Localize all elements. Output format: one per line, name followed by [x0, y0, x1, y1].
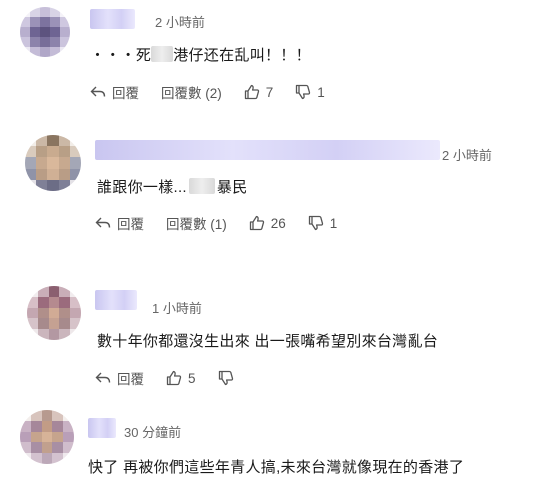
comment-text-part: 誰跟你一樣... [97, 179, 187, 196]
dislike-button[interactable]: 1 [308, 215, 338, 231]
replies-count: 回覆數 (1) [166, 217, 227, 232]
replies-count: 回覆數 (2) [161, 86, 222, 101]
like-count: 5 [188, 370, 196, 386]
avatar[interactable] [20, 410, 74, 464]
like-button[interactable]: 7 [244, 84, 274, 100]
comment-actions: 回覆 回覆數 (1) 26 1 [95, 213, 359, 233]
comment-text: 誰跟你一樣... 暴民 [97, 176, 248, 197]
reply-label: 回覆 [117, 372, 144, 387]
comment-text-part: 暴民 [216, 179, 248, 196]
comment-actions: 回覆 回覆數 (2) 7 1 [90, 82, 347, 102]
thumbs-down-icon [218, 370, 233, 386]
reply-arrow-icon [95, 217, 111, 228]
like-count: 26 [270, 215, 286, 231]
thumbs-up-icon [249, 215, 264, 231]
reply-button[interactable]: 回覆 [95, 213, 144, 233]
timestamp: 2 小時前 [155, 15, 205, 30]
comment-text-part: ・・・死 [90, 47, 152, 64]
username[interactable] [90, 9, 135, 29]
comment-actions: 回覆 5 [95, 368, 262, 388]
dislike-count: 1 [317, 84, 325, 100]
view-replies-button[interactable]: 回覆數 (1) [166, 213, 227, 233]
reply-button[interactable]: 回覆 [90, 82, 139, 102]
timestamp: 2 小時前 [442, 148, 492, 163]
dislike-button[interactable] [218, 370, 240, 386]
comment-text: 數十年你都還沒生出來 出一張嘴希望別來台灣亂台 [97, 333, 439, 350]
dislike-count: 1 [329, 215, 338, 231]
timestamp: 30 分鐘前 [124, 425, 182, 440]
dislike-button[interactable]: 1 [295, 84, 325, 100]
reply-arrow-icon [90, 86, 106, 97]
username[interactable] [95, 290, 137, 310]
reply-arrow-icon [95, 372, 111, 383]
comment-text: 快了 再被你們這些年青人搞,未來台灣就像現在的香港了 [88, 459, 465, 476]
like-button[interactable]: 26 [249, 215, 286, 231]
username[interactable] [95, 140, 440, 160]
avatar[interactable] [25, 135, 81, 191]
reply-button[interactable]: 回覆 [95, 368, 144, 388]
like-button[interactable]: 5 [166, 370, 196, 386]
avatar[interactable] [20, 7, 70, 57]
comment-text: ・・・死 港仔还在乱叫！！！ [90, 44, 311, 65]
comment-text-part: 港仔还在乱叫！！！ [173, 47, 311, 64]
redacted-text [188, 178, 215, 194]
reply-label: 回覆 [112, 86, 139, 101]
like-count: 7 [265, 84, 274, 100]
username[interactable] [88, 418, 116, 438]
thumbs-up-icon [166, 370, 182, 386]
thumbs-down-icon [296, 84, 311, 100]
avatar[interactable] [27, 286, 81, 340]
view-replies-button[interactable]: 回覆數 (2) [161, 82, 222, 102]
timestamp: 1 小時前 [152, 301, 202, 316]
reply-label: 回覆 [117, 217, 144, 232]
thumbs-down-icon [308, 215, 323, 231]
thumbs-up-icon [244, 84, 259, 100]
redacted-text [151, 46, 174, 62]
